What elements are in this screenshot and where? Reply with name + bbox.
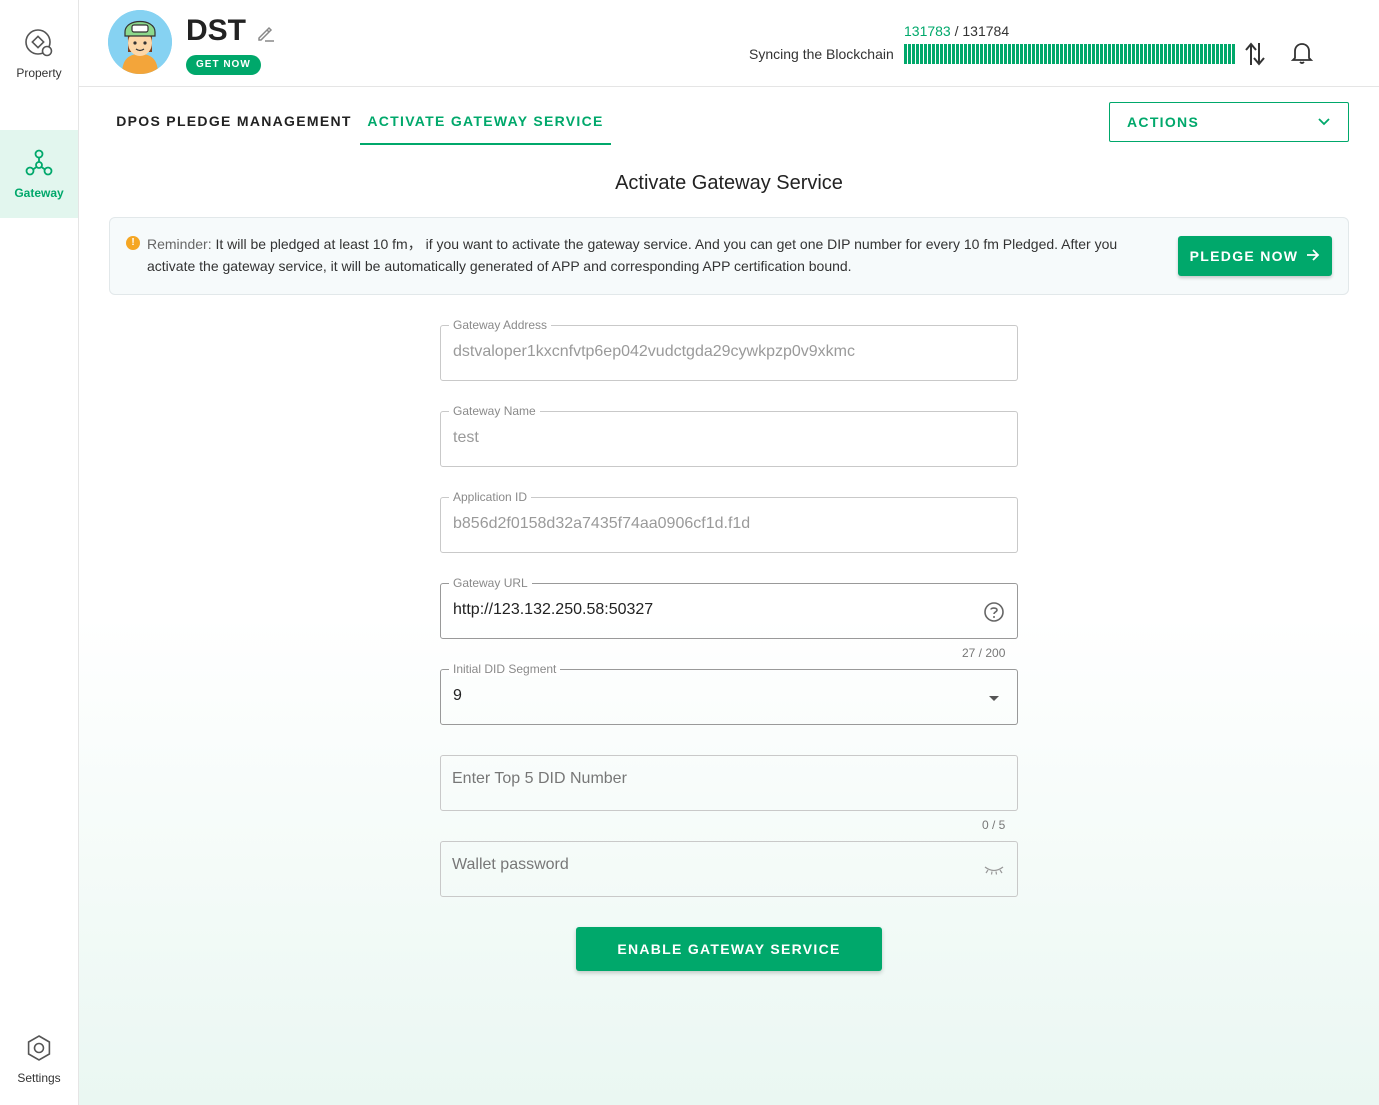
avatar[interactable] bbox=[108, 10, 172, 74]
initial-did-segment-select[interactable]: Initial DID Segment 9 bbox=[440, 662, 1018, 725]
gateway-icon bbox=[24, 148, 54, 178]
actions-label: ACTIONS bbox=[1127, 114, 1200, 130]
avatar-illustration bbox=[108, 10, 172, 74]
dropdown-arrow-icon[interactable] bbox=[983, 687, 1005, 709]
application-id-field: Application ID b856d2f0158d32a7435f74aa0… bbox=[440, 490, 1018, 553]
page-title: Activate Gateway Service bbox=[615, 172, 843, 194]
reminder-body: It will be pledged at least 10 fm， if yo… bbox=[147, 236, 1118, 274]
sync-separator: / bbox=[950, 23, 963, 39]
gateway-url-value[interactable]: http://123.132.250.58:50327 bbox=[453, 601, 653, 619]
gateway-url-counter: 27 / 200 bbox=[962, 646, 1006, 660]
account-name: DST bbox=[186, 14, 246, 47]
application-id-value: b856d2f0158d32a7435f74aa0906cf1d.f1d bbox=[453, 515, 751, 532]
field-label: Gateway Name bbox=[449, 404, 540, 418]
sync-total-block: 131784 bbox=[962, 23, 1010, 39]
sync-current-block: 131783 bbox=[904, 23, 951, 39]
sidebar-item-label: Settings bbox=[17, 1071, 61, 1085]
gateway-name-field: Gateway Name test bbox=[440, 404, 1018, 467]
sidebar: Property Gateway Settings bbox=[0, 0, 79, 1105]
help-question-icon[interactable] bbox=[983, 601, 1005, 623]
gateway-name-value: test bbox=[453, 429, 479, 446]
field-label: Gateway Address bbox=[449, 318, 552, 332]
top5-did-counter: 0 / 5 bbox=[982, 818, 1006, 832]
settings-icon bbox=[24, 1033, 54, 1063]
initial-did-segment-value: 9 bbox=[453, 687, 462, 704]
pledge-now-button[interactable]: PLEDGE NOW bbox=[1178, 236, 1332, 276]
actions-dropdown[interactable]: ACTIONS bbox=[1109, 102, 1349, 142]
bell-icon[interactable] bbox=[1290, 40, 1314, 66]
get-now-button[interactable]: GET NOW bbox=[186, 55, 261, 75]
warning-icon: ! bbox=[126, 236, 140, 250]
sidebar-item-gateway[interactable]: Gateway bbox=[0, 130, 78, 218]
arrow-right-icon bbox=[1306, 248, 1320, 265]
gateway-address-value: dstvaloper1kxcnfvtp6ep042vudctgda29cywkp… bbox=[453, 343, 856, 360]
sidebar-item-label: Property bbox=[16, 66, 62, 80]
gateway-url-field[interactable]: Gateway URL http://123.132.250.58:50327 bbox=[440, 576, 1018, 639]
reminder-banner: ! Reminder: It will be pledged at least … bbox=[109, 217, 1349, 295]
tab-activate-gateway-service[interactable]: ACTIVATE GATEWAY SERVICE bbox=[360, 101, 611, 145]
pledge-now-label: PLEDGE NOW bbox=[1189, 248, 1299, 264]
sync-arrows-icon[interactable] bbox=[1243, 41, 1267, 67]
eye-closed-icon[interactable] bbox=[983, 859, 1005, 881]
sync-status-label: Syncing the Blockchain bbox=[749, 46, 894, 62]
top5-did-field[interactable] bbox=[440, 755, 1018, 811]
gateway-address-field: Gateway Address dstvaloper1kxcnfvtp6ep04… bbox=[440, 318, 1018, 381]
field-label: Gateway URL bbox=[449, 576, 532, 590]
wallet-password-field[interactable] bbox=[440, 841, 1018, 897]
tab-dpos-pledge-management[interactable]: DPOS PLEDGE MANAGEMENT bbox=[109, 101, 359, 145]
reminder-text: Reminder: It will be pledged at least 10… bbox=[147, 233, 1137, 277]
sync-counts: 131783 / 131784 bbox=[904, 23, 1009, 39]
enable-gateway-service-button[interactable]: ENABLE GATEWAY SERVICE bbox=[576, 927, 882, 971]
wallet-password-input[interactable] bbox=[452, 856, 972, 874]
sync-progress-bar bbox=[904, 44, 1235, 64]
chevron-down-icon bbox=[1317, 114, 1331, 130]
field-label: Initial DID Segment bbox=[449, 662, 561, 676]
top5-did-input[interactable] bbox=[452, 770, 972, 788]
property-icon bbox=[24, 28, 54, 58]
field-label: Application ID bbox=[449, 490, 532, 504]
reminder-prefix: Reminder: bbox=[147, 236, 212, 252]
top-header: DST GET NOW 131783 / 131784 Syncing the … bbox=[79, 0, 1379, 87]
sidebar-item-property[interactable]: Property bbox=[0, 10, 78, 98]
sidebar-item-label: Gateway bbox=[14, 186, 64, 200]
edit-pencil-icon[interactable] bbox=[256, 23, 276, 43]
sidebar-item-settings[interactable]: Settings bbox=[0, 1015, 78, 1103]
